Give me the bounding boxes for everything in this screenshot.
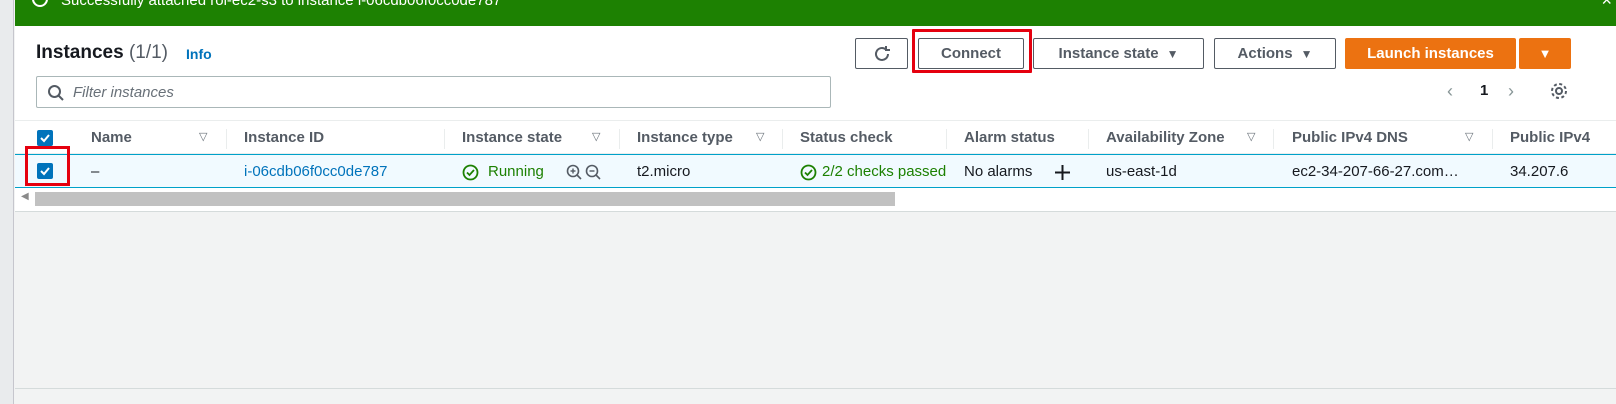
check-icon (40, 134, 50, 143)
launch-instances-button[interactable]: Launch instances (1345, 38, 1516, 69)
zoom-in-icon[interactable] (566, 164, 583, 181)
scroll-left-icon[interactable]: ◀ (21, 191, 29, 202)
cell-instance-state: Running (488, 163, 544, 180)
connect-button[interactable]: Connect (918, 38, 1024, 69)
column-divider (1492, 129, 1493, 149)
column-divider (782, 129, 783, 149)
col-instance-type[interactable]: Instance type (637, 129, 733, 146)
success-banner: Successfully attached rol-ec2-s3 to inst… (15, 0, 1616, 26)
col-instance-state[interactable]: Instance state (462, 129, 562, 146)
actions-button[interactable]: Actions ▼ (1214, 38, 1336, 69)
instance-state-label: Instance state (1058, 45, 1159, 62)
table-header: Name ▽ Instance ID Instance state ▽ Inst… (15, 120, 1616, 154)
checkbox-highlight-box (25, 146, 70, 186)
connect-label: Connect (941, 45, 1001, 62)
cell-public-ip: 34.207.6 (1510, 163, 1569, 180)
refresh-button[interactable] (855, 38, 908, 69)
horizontal-scrollbar[interactable]: ◀ (15, 189, 1616, 207)
info-link[interactable]: Info (186, 46, 212, 62)
sort-icon[interactable]: ▽ (1465, 130, 1473, 143)
cell-availability-zone: us-east-1d (1106, 163, 1177, 180)
column-divider (1088, 129, 1089, 149)
refresh-icon (874, 45, 890, 61)
page-number[interactable]: 1 (1480, 82, 1488, 99)
launch-dropdown-button[interactable]: ▼ (1519, 38, 1571, 69)
column-divider (1273, 129, 1274, 149)
column-divider (619, 129, 620, 149)
col-availability-zone[interactable]: Availability Zone (1106, 129, 1225, 146)
filter-instances-field[interactable] (36, 76, 831, 108)
sort-icon[interactable]: ▽ (756, 130, 764, 143)
col-status-check[interactable]: Status check (800, 129, 893, 146)
left-rail (0, 0, 14, 404)
instance-state-button[interactable]: Instance state ▼ (1033, 38, 1204, 69)
success-check-icon (462, 164, 479, 181)
col-public-dns[interactable]: Public IPv4 DNS (1292, 129, 1408, 146)
table-row[interactable]: – i-06cdb06f0cc0de787 Running t2.micro 2… (15, 154, 1616, 188)
search-icon (48, 85, 64, 101)
sort-icon[interactable]: ▽ (199, 130, 207, 143)
col-public-ip[interactable]: Public IPv4 (1510, 129, 1590, 146)
divider (15, 388, 1616, 389)
cell-instance-id[interactable]: i-06cdb06f0cc0de787 (244, 163, 387, 180)
select-all-checkbox[interactable] (37, 130, 53, 146)
page-title: Instances (1/1) (36, 42, 168, 64)
column-divider (444, 129, 445, 149)
cell-instance-type: t2.micro (637, 163, 691, 180)
instances-panel: Instances (1/1) Info Connect Instance st… (15, 26, 1616, 212)
caret-down-icon: ▼ (1538, 46, 1552, 61)
caret-down-icon: ▼ (1300, 46, 1313, 61)
success-check-icon (32, 0, 48, 7)
caret-down-icon: ▼ (1166, 46, 1179, 61)
zoom-out-icon[interactable] (585, 164, 602, 181)
launch-label: Launch instances (1367, 45, 1494, 62)
banner-message: Successfully attached rol-ec2-s3 to inst… (61, 0, 502, 9)
cell-name: – (91, 163, 100, 180)
scrollbar-thumb[interactable] (35, 192, 895, 206)
title-text: Instances (36, 42, 124, 63)
success-check-icon (800, 164, 817, 181)
col-instance-id[interactable]: Instance ID (244, 129, 324, 146)
search-input[interactable] (73, 81, 813, 103)
actions-label: Actions (1237, 45, 1293, 62)
cell-public-dns: ec2-34-207-66-27.com… (1292, 163, 1459, 180)
cell-status-check[interactable]: 2/2 checks passed (822, 163, 946, 180)
prev-page-icon[interactable]: ‹ (1447, 81, 1453, 102)
cell-alarm-status: No alarms (964, 163, 1033, 180)
sort-icon[interactable]: ▽ (592, 130, 600, 143)
column-divider (226, 129, 227, 149)
instance-count: (1/1) (128, 42, 169, 63)
col-alarm-status[interactable]: Alarm status (964, 129, 1055, 146)
close-icon[interactable]: × (1601, 0, 1612, 11)
next-page-icon[interactable]: › (1508, 81, 1514, 102)
add-alarm-icon[interactable] (1054, 164, 1071, 181)
col-name[interactable]: Name (91, 129, 132, 146)
gear-icon[interactable] (1549, 81, 1569, 101)
sort-icon[interactable]: ▽ (1247, 130, 1255, 143)
column-divider (946, 129, 947, 149)
